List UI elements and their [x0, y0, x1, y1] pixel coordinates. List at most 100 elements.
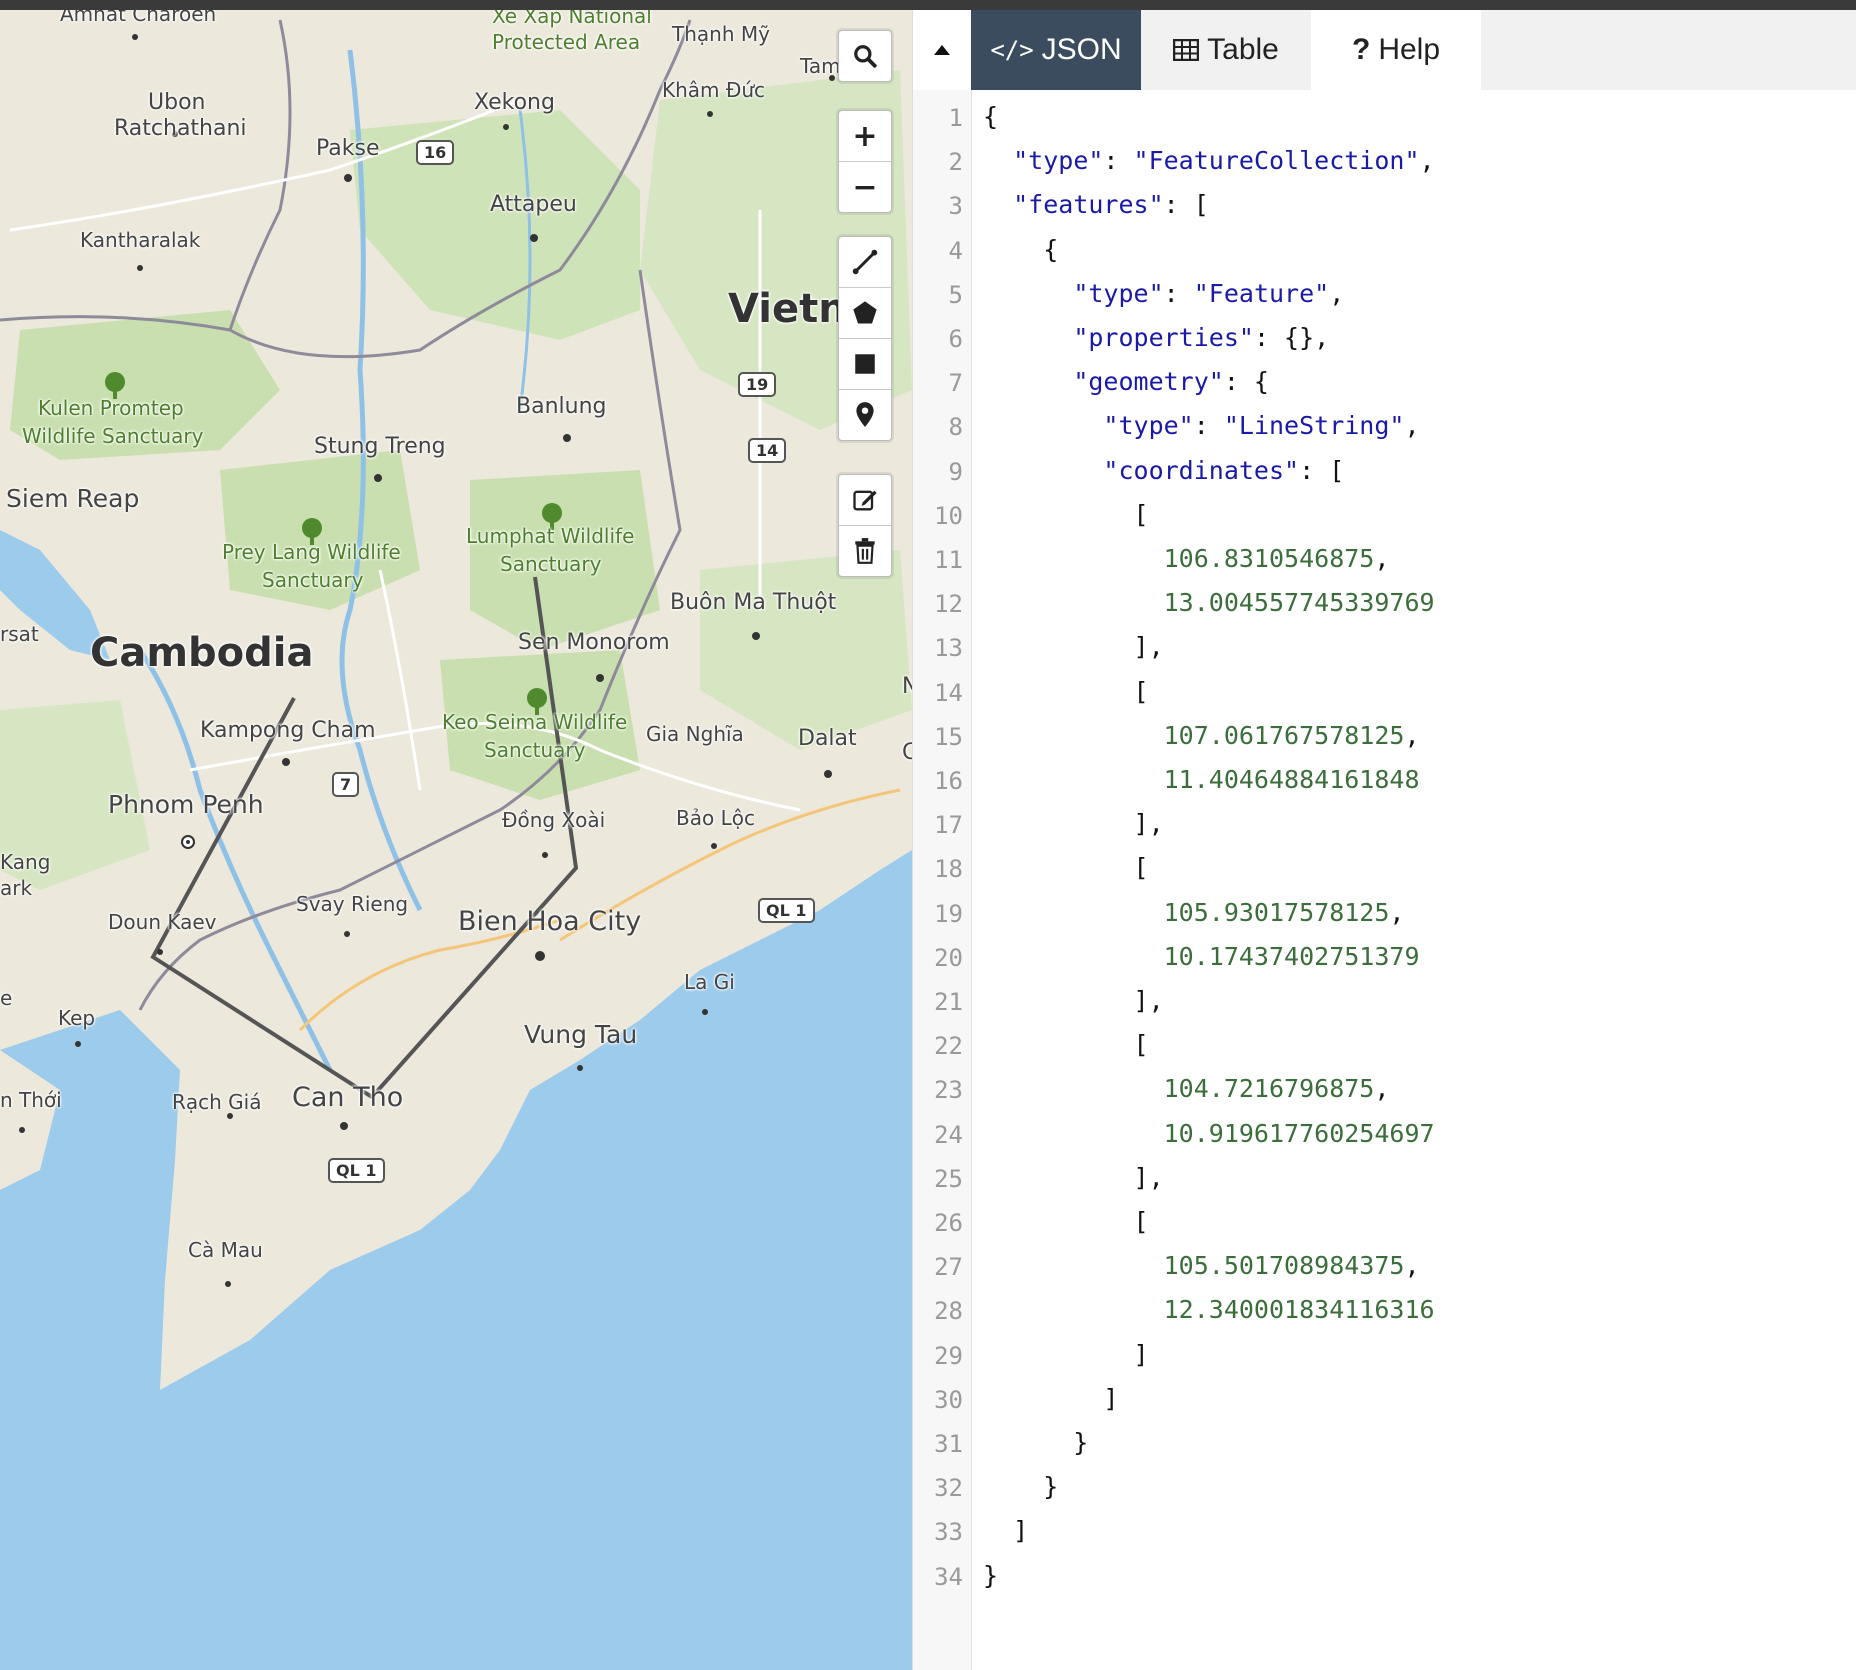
line-number: 29 [934, 1341, 963, 1370]
code-line: } [983, 1472, 1059, 1502]
place-label: Kang [0, 850, 51, 874]
line-number: 9 [948, 457, 963, 486]
search-button[interactable] [839, 31, 891, 81]
code-line: [ [983, 499, 1149, 529]
place-label: rsat [0, 622, 39, 646]
code-line: 13.004557745339769 [1163, 588, 1435, 618]
place-label: Xekong [474, 90, 555, 115]
code-line: ], [983, 986, 1164, 1015]
place-label: Đồng Xoài [502, 808, 606, 832]
line-number: 12 [934, 590, 963, 619]
minus-icon: − [852, 169, 878, 205]
road-shield: 7 [332, 772, 360, 797]
place-label: Tam [800, 54, 841, 78]
map-view[interactable]: Amnat Charoen Xe Xap National Protected … [0, 10, 912, 1670]
place-label: Buôn Ma Thuột [670, 590, 837, 615]
code-line: { [983, 102, 999, 131]
tab-label: Help [1378, 33, 1441, 66]
place-label: Gia Nghĩa [646, 722, 744, 746]
code-line: { [983, 234, 1059, 264]
help-icon: ? [1351, 33, 1371, 66]
place-label: Cà Mau [188, 1238, 263, 1262]
park-label: Sanctuary [484, 738, 586, 762]
zoom-control: + − [838, 110, 892, 213]
collapse-button[interactable] [913, 10, 971, 90]
place-label: Attapeu [490, 192, 577, 217]
place-label: n Thới [0, 1088, 62, 1112]
code-line: 105.93017578125, [1163, 897, 1405, 927]
place-label: Svay Rieng [296, 892, 409, 916]
country-label: Cambodia [90, 630, 314, 676]
place-label: Stung Treng [314, 434, 446, 459]
line-number: 1 [948, 104, 963, 132]
park-label: Keo Seima Wildlife [442, 710, 628, 734]
caret-up-icon [934, 45, 950, 55]
road-shield: QL 1 [328, 1158, 385, 1183]
place-label: Siem Reap [6, 484, 140, 513]
rectangle-icon [855, 354, 875, 374]
code-line: 10.919617760254697 [1163, 1118, 1435, 1148]
park-label: Sanctuary [262, 568, 364, 592]
road-shield: 19 [738, 372, 777, 397]
zoom-in-button[interactable]: + [839, 111, 891, 162]
park-label: Prey Lang Wildlife [222, 540, 401, 564]
line-number: 6 [948, 325, 963, 353]
code-line: 104.7216796875, [1163, 1074, 1390, 1104]
code-line: [ [983, 1207, 1149, 1236]
tab-table[interactable]: Table [1141, 10, 1311, 90]
line-number: 13 [934, 634, 963, 663]
park-label: Kulen Promtep [38, 396, 184, 420]
delete-button[interactable] [839, 526, 891, 576]
tab-label: JSON [1041, 33, 1122, 66]
place-label: Rạch Giá [172, 1090, 262, 1114]
code-line: "type": "FeatureCollection", [1013, 146, 1435, 176]
draw-polygon-button[interactable] [839, 288, 891, 339]
line-number: 16 [934, 767, 963, 795]
draw-toolbar [838, 236, 892, 441]
line-number: 2 [948, 148, 963, 177]
line-number: 15 [934, 722, 963, 751]
park-label: Xe Xap National [492, 10, 652, 28]
line-number: 24 [934, 1120, 963, 1149]
line-number: 4 [948, 236, 963, 265]
code-line: "type": "Feature", [1073, 278, 1345, 308]
code-line: 107.061767578125, [1163, 720, 1420, 750]
place-label: Banlung [516, 394, 607, 419]
place-label: C [902, 740, 912, 765]
draw-rectangle-button[interactable] [839, 339, 891, 390]
code-line: 11.40464884161848 [1163, 765, 1420, 794]
tab-help[interactable]: ? Help [1311, 10, 1481, 90]
line-number: 10 [934, 501, 963, 530]
line-number: 33 [934, 1518, 963, 1547]
edit-toolbar [838, 474, 892, 577]
park-label: Lumphat Wildlife [466, 524, 635, 548]
code-line: 10.17437402751379 [1163, 941, 1420, 971]
line-number: 18 [934, 855, 963, 884]
draw-marker-button[interactable] [839, 390, 891, 440]
code-line: "features": [ [1013, 190, 1209, 220]
line-number: 8 [948, 413, 963, 442]
line-number: 19 [934, 899, 963, 928]
code-line: ], [983, 632, 1164, 662]
code-line: ] [983, 1516, 1029, 1546]
line-number: 26 [934, 1209, 963, 1237]
place-label: Pakse [316, 136, 380, 161]
code-line: 105.501708984375, [1163, 1251, 1420, 1281]
code-line: "properties": {}, [1073, 323, 1330, 352]
line-number: 14 [934, 678, 963, 707]
line-number: 22 [934, 1032, 963, 1061]
place-label: Ubon [148, 90, 206, 115]
tab-json[interactable]: </> JSON [971, 10, 1141, 90]
code-line: [ [983, 1030, 1149, 1060]
editor-panel: </> JSON Table ? Help 1 2 3 4 5 6 7 8 9 10 11 12 13 1… [912, 10, 1856, 1670]
place-label: Dalat [798, 726, 857, 751]
line-number: 20 [934, 943, 963, 972]
code-line: } [983, 1560, 999, 1590]
edit-button[interactable] [839, 475, 891, 526]
code-line: } [983, 1428, 1089, 1457]
line-number-gutter: 1 2 3 4 5 6 7 8 9 10 11 12 13 14 15 16 17 18 19 20 21 22 23 24 2… [913, 90, 972, 1670]
draw-line-button[interactable] [839, 237, 891, 288]
zoom-out-button[interactable]: − [839, 162, 891, 212]
search-control[interactable] [838, 30, 892, 82]
line-number: 32 [934, 1474, 963, 1503]
